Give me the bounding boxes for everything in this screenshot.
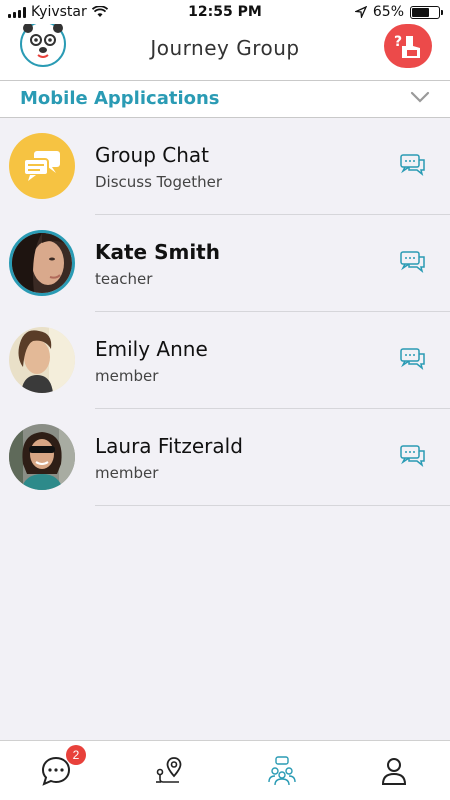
person-icon bbox=[381, 758, 407, 785]
tab-map[interactable] bbox=[153, 755, 185, 787]
contact-subtitle: member bbox=[95, 367, 159, 385]
people-group-icon bbox=[268, 756, 296, 786]
group-chat-icon bbox=[23, 151, 60, 181]
status-bar: Kyivstar 12:55 PM 65% bbox=[0, 0, 450, 24]
contact-name: Emily Anne bbox=[95, 337, 208, 361]
list-item-laura-fitzerald[interactable]: Laura Fitzerald member bbox=[0, 409, 450, 506]
group-chat-avatar bbox=[9, 133, 75, 199]
help-button[interactable]: ? bbox=[384, 24, 432, 68]
avatar bbox=[9, 230, 75, 296]
avatar bbox=[9, 327, 75, 393]
tab-bar: 2 bbox=[0, 740, 450, 800]
chat-bubbles-icon[interactable] bbox=[400, 251, 426, 273]
header: Journey Group ? bbox=[0, 24, 450, 80]
page-title: Journey Group bbox=[150, 36, 300, 60]
svg-text:?: ? bbox=[394, 34, 402, 50]
contact-subtitle: Discuss Together bbox=[95, 173, 223, 191]
chevron-down-icon[interactable] bbox=[410, 91, 430, 103]
contact-name: Kate Smith bbox=[95, 240, 220, 264]
tab-chats[interactable]: 2 bbox=[40, 745, 86, 787]
location-arrow-icon bbox=[354, 6, 367, 18]
list-item-kate-smith[interactable]: Kate Smith teacher bbox=[0, 215, 450, 312]
battery-fill bbox=[412, 7, 429, 17]
chat-bubbles-icon[interactable] bbox=[400, 348, 426, 370]
list-item-group-chat[interactable]: Group Chat Discuss Together bbox=[0, 118, 450, 215]
battery-percent: 65% bbox=[372, 4, 404, 20]
chat-bubbles-icon[interactable] bbox=[400, 154, 426, 176]
contact-name: Group Chat bbox=[95, 143, 209, 167]
group-selector[interactable]: Mobile Applications bbox=[0, 80, 450, 118]
contact-name: Laura Fitzerald bbox=[95, 434, 243, 458]
laura-photo-icon bbox=[9, 424, 75, 490]
route-pin-icon bbox=[156, 757, 182, 783]
contact-subtitle: teacher bbox=[95, 270, 153, 288]
chat-bubbles-icon[interactable] bbox=[400, 445, 426, 467]
tab-groups[interactable] bbox=[266, 755, 298, 787]
raised-hand-question-icon: ? bbox=[394, 34, 420, 58]
status-right: 65% bbox=[354, 4, 443, 20]
contact-subtitle: member bbox=[95, 464, 159, 482]
battery-icon bbox=[410, 5, 443, 19]
avatar bbox=[9, 424, 75, 490]
emily-photo-icon bbox=[9, 327, 75, 393]
tab-profile[interactable] bbox=[378, 755, 410, 787]
kate-photo-icon bbox=[12, 233, 72, 293]
unread-badge: 2 bbox=[66, 745, 86, 765]
contact-list: Group Chat Discuss Together Kate Smith t… bbox=[0, 118, 450, 506]
list-item-emily-anne[interactable]: Emily Anne member bbox=[0, 312, 450, 409]
group-name: Mobile Applications bbox=[20, 88, 220, 109]
row-divider bbox=[95, 505, 450, 506]
